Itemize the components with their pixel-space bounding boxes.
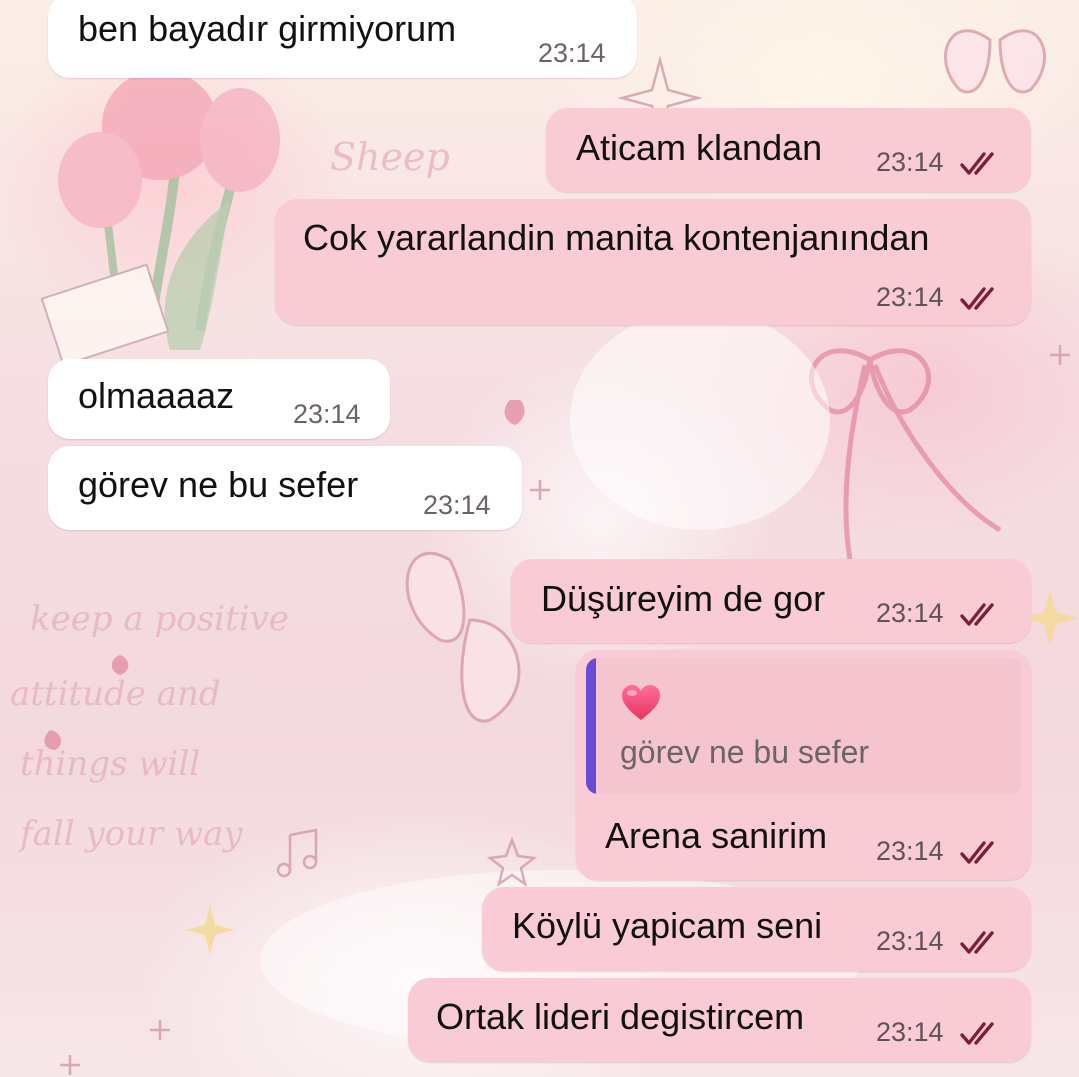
reply-accent-bar (586, 658, 596, 794)
message-bubble-incoming[interactable]: olmaaaaz 23:14 (48, 359, 390, 439)
svg-text:attitude and: attitude and (10, 674, 221, 714)
heart-emoji-icon (622, 685, 660, 720)
message-timestamp: 23:14 (293, 399, 361, 429)
message-timestamp: 23:14 (538, 38, 606, 68)
message-text: görev ne bu sefer (78, 464, 359, 505)
message-timestamp: 23:14 (876, 926, 944, 956)
message-text: Arena sanirim (605, 815, 828, 856)
message-timestamp: 23:14 (876, 598, 944, 628)
message-timestamp: 23:14 (876, 282, 944, 312)
svg-text:Sheep: Sheep (330, 135, 450, 179)
read-receipt-double-check-icon (960, 841, 994, 864)
reply-quote-text: görev ne bu sefer (620, 734, 870, 770)
svg-text:things will: things will (20, 744, 200, 784)
message-text: Köylü yapicam seni (512, 905, 823, 946)
read-receipt-double-check-icon (960, 152, 994, 175)
message-bubble-outgoing[interactable]: Köylü yapicam seni 23:14 (482, 887, 1031, 971)
message-timestamp: 23:14 (876, 1017, 944, 1047)
message-text: Cok yararlandin manita kontenjanından (303, 217, 930, 258)
svg-text:keep a positive: keep a positive (30, 599, 289, 639)
read-receipt-double-check-icon (960, 931, 994, 954)
message-text: Aticam klandan (576, 127, 823, 168)
message-bubble-outgoing[interactable]: Düşüreyim de gor 23:14 (511, 559, 1031, 643)
read-receipt-double-check-icon (960, 1022, 994, 1045)
message-bubble-outgoing[interactable]: Aticam klandan 23:14 (546, 108, 1031, 192)
message-text: Ortak lideri degistircem (436, 996, 805, 1037)
message-bubble-outgoing[interactable]: Cok yararlandin manita kontenjanından 23… (275, 199, 1031, 325)
message-timestamp: 23:14 (876, 147, 944, 177)
message-timestamp: 23:14 (423, 490, 491, 520)
message-timestamp: 23:14 (876, 836, 944, 866)
message-bubble-outgoing-reply[interactable]: görev ne bu sefer Arena sanirim 23:14 (576, 650, 1031, 880)
read-receipt-double-check-icon (960, 287, 994, 310)
message-bubble-outgoing[interactable]: Ortak lideri degistircem 23:14 (408, 978, 1031, 1062)
reply-quote[interactable]: görev ne bu sefer (586, 658, 1022, 794)
message-bubble-incoming[interactable]: görev ne bu sefer 23:14 (48, 446, 522, 530)
message-text: Düşüreyim de gor (541, 578, 826, 619)
message-bubble-incoming[interactable]: ben bayadır girmiyorum 23:14 (48, 0, 637, 78)
read-receipt-double-check-icon (960, 603, 994, 626)
svg-text:fall your way: fall your way (17, 814, 243, 854)
message-text: ben bayadır girmiyorum (78, 8, 457, 49)
message-text: olmaaaaz (78, 375, 235, 416)
